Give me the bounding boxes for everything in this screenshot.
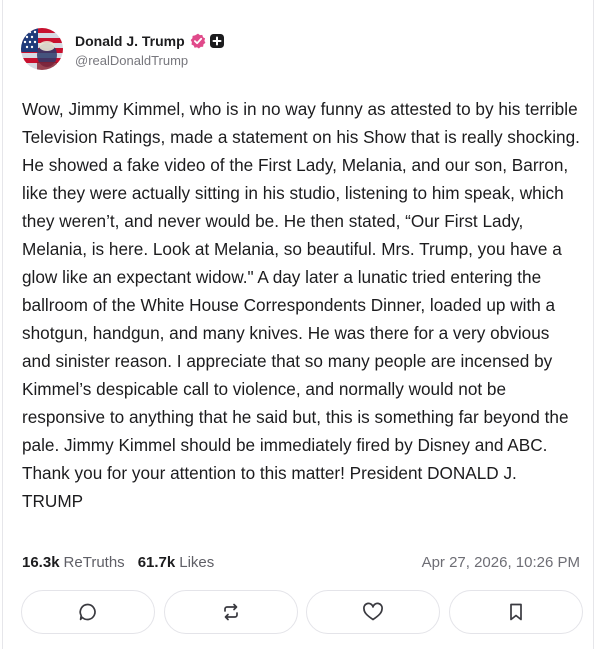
likes-count[interactable]: 61.7k [138, 554, 176, 571]
bookmark-button[interactable] [448, 590, 583, 634]
bookmark-icon [510, 603, 522, 621]
author-display-name[interactable]: Donald J. Trump [75, 33, 185, 49]
like-heart-icon [363, 602, 384, 621]
author-handle[interactable]: @realDonaldTrump [75, 53, 224, 68]
reply-button[interactable] [21, 590, 155, 634]
author-names: Donald J. Trump @realDonaldTrump [75, 31, 224, 68]
post-timestamp[interactable]: Apr 27, 2026, 10:26 PM [422, 554, 580, 571]
post-card: Donald J. Trump @realDonaldTrump Wow, Ji… [2, 0, 594, 649]
post-body-text: Wow, Jimmy Kimmel, who is in no way funn… [22, 99, 580, 511]
retruth-icon [223, 603, 238, 621]
flag-portrait-avatar [21, 28, 63, 70]
reply-icon [79, 603, 96, 621]
avatar[interactable] [21, 28, 63, 70]
plus-badge-icon [209, 33, 224, 48]
verified-badge-icon [190, 33, 206, 49]
retruth-button[interactable] [163, 590, 298, 634]
author-name-row: Donald J. Trump [75, 31, 224, 51]
likes-label[interactable]: Likes [179, 554, 214, 571]
post-header: Donald J. Trump @realDonaldTrump [21, 28, 224, 70]
retruths-count[interactable]: 16.3k [22, 554, 60, 571]
post-actions [21, 590, 583, 634]
post-stats: 16.3k ReTruths 61.7k Likes Apr 27, 2026,… [22, 554, 580, 571]
like-button[interactable] [306, 590, 441, 634]
retruths-label[interactable]: ReTruths [64, 554, 125, 571]
